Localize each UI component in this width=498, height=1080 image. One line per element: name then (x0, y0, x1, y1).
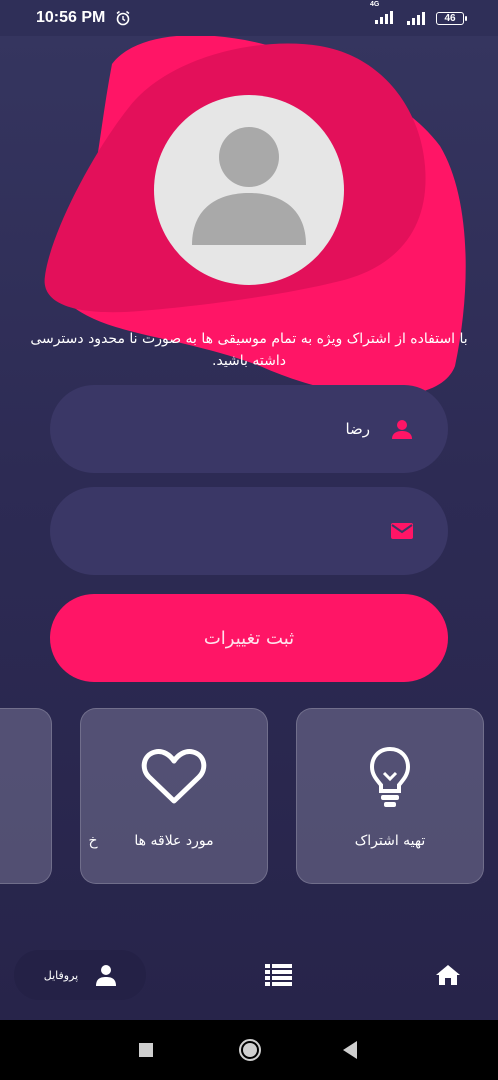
nav-profile-label: پروفایل (43, 968, 79, 982)
card-subscription-label: تهیه اشتراک (354, 833, 426, 849)
system-navigation-bar (0, 1020, 498, 1080)
signal-icon (375, 10, 393, 24)
bottom-navigation: پروفایل (0, 920, 498, 1020)
person-icon (96, 965, 117, 986)
battery-level: 46 (444, 12, 456, 24)
email-field[interactable] (50, 487, 448, 575)
mail-icon (391, 523, 413, 539)
card-subscription[interactable]: تهیه اشتراک (296, 708, 484, 884)
alarm-icon (116, 10, 130, 26)
status-bar: 10:56 PM 4G 46 (0, 0, 498, 36)
user-placeholder-icon (192, 127, 306, 245)
signal-icon-2 (407, 12, 425, 25)
card-partial[interactable]: خ (0, 708, 98, 884)
name-value: رضا (345, 420, 370, 438)
name-field[interactable]: رضا (50, 385, 448, 473)
battery-icon: 46 (436, 11, 467, 25)
card-favorites[interactable]: مورد علاقه ها (80, 708, 268, 884)
card-partial-label: خ (88, 833, 98, 849)
list-icon[interactable] (265, 964, 292, 986)
person-icon (392, 420, 412, 439)
heart-icon (134, 745, 214, 809)
recents-icon[interactable] (138, 1042, 154, 1058)
subscription-note: با استفاده از اشتراک ویژه به تمام موسیقی… (0, 328, 498, 372)
status-time: 10:56 PM (36, 9, 106, 26)
save-changes-button[interactable]: ثبت تغییرات (50, 594, 448, 682)
profile-screen: با استفاده از اشتراک ویژه به تمام موسیقی… (0, 36, 498, 1020)
card-favorites-label: مورد علاقه ها (134, 833, 214, 849)
lightbulb-icon (350, 745, 430, 809)
subtitle-line-2: داشته باشید. (212, 353, 286, 369)
subtitle-line-1: با استفاده از اشتراک ویژه به تمام موسیقی… (30, 331, 468, 347)
network-type: 4G (370, 0, 380, 8)
back-icon[interactable] (342, 1040, 358, 1060)
home-icon[interactable] (436, 964, 460, 986)
avatar[interactable] (154, 95, 344, 285)
nav-profile[interactable]: پروفایل (14, 950, 146, 1000)
home-circle-icon[interactable] (238, 1038, 262, 1062)
